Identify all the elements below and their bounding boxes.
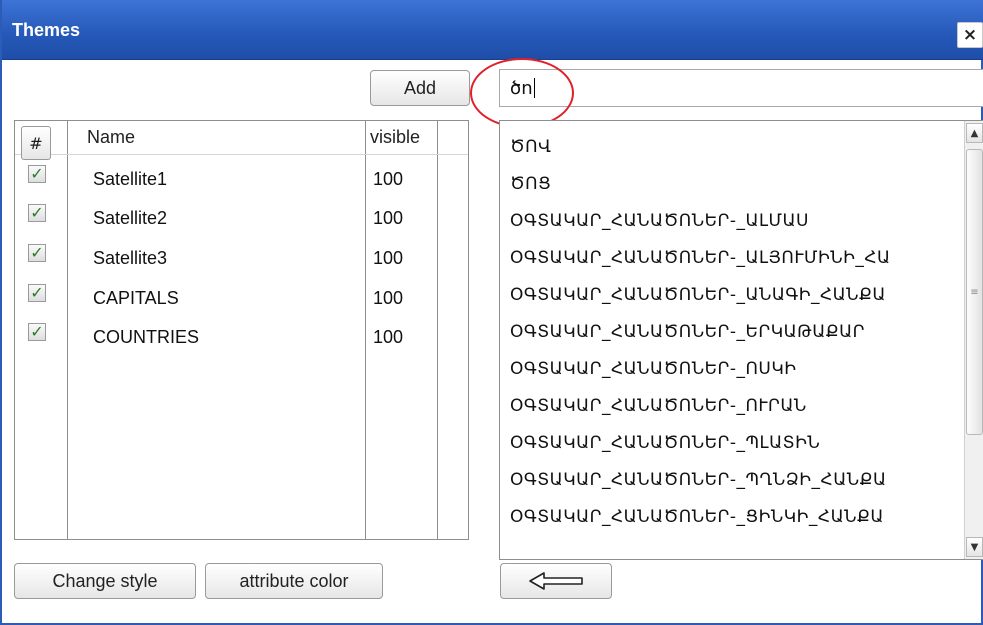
scroll-up-icon[interactable]: ▲: [966, 123, 983, 143]
window-title: Themes: [12, 20, 81, 40]
table-row[interactable]: ✓ COUNTRIES 100: [15, 319, 468, 355]
theme-name: Satellite2: [93, 208, 168, 228]
theme-visible-value: 100: [373, 248, 404, 268]
change-style-button[interactable]: Change style: [14, 563, 196, 599]
themes-table: # Name visible ✓ Satellite1 100 ✓ Satell…: [14, 120, 469, 540]
list-item[interactable]: ՕԳՏԱԿԱՐ_ՀԱՆԱԾՈՆԵՐ-_ՊՂՆՁԻ_ՀԱՆՔԱ: [510, 470, 887, 506]
table-row[interactable]: ✓ Satellite1 100: [15, 161, 468, 197]
list-item[interactable]: ՕԳՏԱԿԱՐ_ՀԱՆԱԾՈՆԵՐ-_ՊԼԱՏԻՆ: [510, 433, 820, 469]
text-caret: [533, 78, 535, 98]
left-arrow-icon: [529, 572, 583, 590]
visibility-checkbox[interactable]: ✓: [28, 244, 46, 262]
list-item[interactable]: ՕԳՏԱԿԱՐ_ՀԱՆԱԾՈՆԵՐ-_ՑԻՆԿԻ_ՀԱՆՔԱ: [510, 507, 884, 543]
close-button[interactable]: ×: [957, 22, 983, 48]
back-button[interactable]: [500, 563, 612, 599]
list-item[interactable]: ՕԳՏԱԿԱՐ_ՀԱՆԱԾՈՆԵՐ-_ԱԼՄԱՍ: [510, 211, 809, 247]
theme-visible-value: 100: [373, 327, 404, 347]
list-scrollbar[interactable]: ▲ ≡ ▼: [964, 121, 983, 559]
theme-visible-value: 100: [373, 288, 404, 308]
list-item[interactable]: ԾՈՎ: [510, 137, 551, 173]
title-bar[interactable]: Themes ×: [2, 0, 983, 60]
table-row[interactable]: ✓ Satellite3 100: [15, 240, 468, 276]
visibility-checkbox[interactable]: ✓: [28, 165, 46, 183]
list-item[interactable]: ՕԳՏԱԿԱՐ_ՀԱՆԱԾՈՆԵՐ-_ԱԼՅՈՒՄԻՆԻ_ՀԱ: [510, 248, 891, 284]
column-header-visible[interactable]: visible: [370, 121, 420, 153]
select-all-header[interactable]: #: [21, 126, 51, 160]
themes-window: Themes × Add ծn # Name visible ✓ Satelli…: [0, 0, 983, 625]
theme-visible-value: 100: [373, 208, 404, 228]
visibility-checkbox[interactable]: ✓: [28, 284, 46, 302]
list-item[interactable]: ՕԳՏԱԿԱՐ_ՀԱՆԱԾՈՆԵՐ-_ՈՒՐԱՆ: [510, 396, 807, 432]
attribute-color-button[interactable]: attribute color: [205, 563, 383, 599]
list-item[interactable]: ՕԳՏԱԿԱՐ_ՀԱՆԱԾՈՆԵՐ-_ՈՍԿԻ: [510, 359, 797, 395]
header-divider: [15, 154, 468, 155]
table-row[interactable]: ✓ Satellite2 100: [15, 200, 468, 236]
theme-visible-value: 100: [373, 169, 404, 189]
table-row[interactable]: ✓ CAPITALS 100: [15, 280, 468, 316]
theme-suggestion-list[interactable]: ԾՈՎ ԾՈՑ ՕԳՏԱԿԱՐ_ՀԱՆԱԾՈՆԵՐ-_ԱԼՄԱՍ ՕԳՏԱԿԱՐ…: [499, 120, 983, 560]
scroll-down-icon[interactable]: ▼: [966, 537, 983, 557]
list-item[interactable]: ՕԳՏԱԿԱՐ_ՀԱՆԱԾՈՆԵՐ-_ԱՆԱԳԻ_ՀԱՆՔԱ: [510, 285, 886, 321]
visibility-checkbox[interactable]: ✓: [28, 323, 46, 341]
theme-name: Satellite1: [93, 169, 168, 189]
list-item[interactable]: ԾՈՑ: [510, 174, 551, 210]
theme-name: COUNTRIES: [93, 327, 200, 347]
theme-name: CAPITALS: [93, 288, 179, 308]
search-input[interactable]: ծn: [499, 69, 983, 107]
scroll-thumb[interactable]: ≡: [966, 149, 983, 435]
list-item[interactable]: ՕԳՏԱԿԱՐ_ՀԱՆԱԾՈՆԵՐ-_ԵՐԿԱԹԱՔԱՐ: [510, 322, 865, 358]
column-header-name[interactable]: Name: [87, 121, 135, 153]
visibility-checkbox[interactable]: ✓: [28, 204, 46, 222]
add-button[interactable]: Add: [370, 70, 470, 106]
search-input-value: ծn: [510, 77, 533, 99]
theme-name: Satellite3: [93, 248, 168, 268]
